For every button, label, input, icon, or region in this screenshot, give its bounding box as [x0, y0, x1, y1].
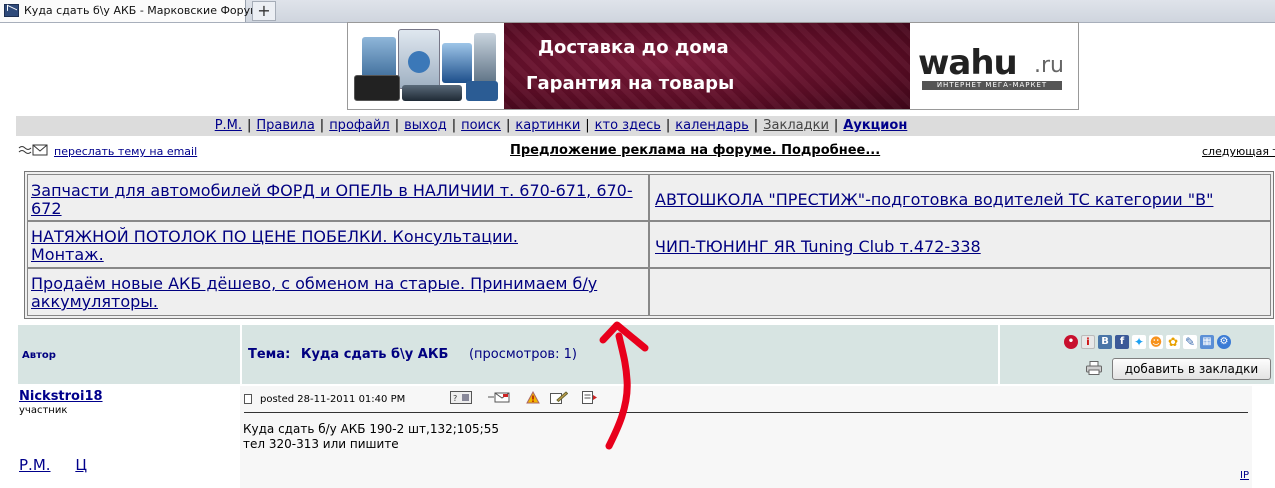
nav-whos-here-link[interactable]: кто здесь	[595, 118, 661, 133]
topic-info-line: переслать тему на email Предложение рекл…	[16, 143, 1275, 161]
message-icon[interactable]	[488, 391, 510, 404]
ad-cell: АВТОШКОЛА "ПРЕСТИЖ"-подготовка водителей…	[649, 174, 1271, 221]
liveinternet-icon[interactable]: ▦	[1200, 335, 1214, 349]
brand-subtitle: ИНТЕРНЕТ МЕГА-МАРКЕТ	[922, 81, 1062, 90]
topic-title: Тема: Куда сдать б\у АКБ (просмотров: 1)	[248, 347, 577, 362]
banner-line-1: Доставка до дома	[538, 37, 729, 58]
column-divider	[240, 325, 242, 384]
vk-icon[interactable]: B	[1098, 335, 1112, 349]
post-author-link[interactable]: Nickstroi18	[19, 389, 103, 404]
edit-icon[interactable]	[550, 391, 568, 404]
forward-email-link[interactable]: переслать тему на email	[54, 145, 197, 158]
settings-icon[interactable]: ⚙	[1217, 335, 1231, 349]
nav-search-link[interactable]: поиск	[461, 118, 501, 133]
banner-line-2: Гарантия на товары	[526, 73, 735, 94]
post-line: тел 320-313 или пишите	[243, 437, 399, 451]
brand-tld: .ru	[1034, 53, 1064, 78]
ad-link-chip-tuning[interactable]: ЧИП-ТЮНИНГ ЯR Tuning Club т.472-338	[655, 238, 1267, 256]
nav-auction-link[interactable]: Аукцион	[843, 118, 907, 133]
post-message: Куда сдать б/у АКБ 190-2 шт,132;105;55 т…	[243, 422, 499, 452]
topic-label: Тема:	[248, 347, 291, 362]
ad-link-ford-opel[interactable]: Запчасти для автомобилей ФОРД и ОПЕЛЬ в …	[31, 182, 643, 218]
ad-cell: Запчасти для автомобилей ФОРД и ОПЕЛЬ в …	[27, 174, 649, 221]
profile-icon[interactable]: ?	[450, 391, 472, 404]
printer-icon[interactable]	[1086, 361, 1102, 375]
report-icon[interactable]	[526, 391, 540, 404]
topic-name: Куда сдать б\у АКБ	[300, 347, 449, 362]
wahu-logo: wahu .ru ИНТЕРНЕТ МЕГА-МАРКЕТ	[910, 23, 1078, 109]
email-forward-icon[interactable]	[18, 144, 48, 156]
ip-link[interactable]: IP	[1240, 470, 1249, 481]
views-count: (просмотров: 1)	[468, 347, 577, 362]
nav-pm-link[interactable]: Р.М.	[215, 118, 242, 133]
moimir-icon[interactable]: ✿	[1166, 335, 1180, 349]
banner-products-image	[348, 23, 504, 109]
nav-logout-link[interactable]: выход	[404, 118, 447, 133]
nav-pictures-link[interactable]: картинки	[515, 118, 580, 133]
livejournal-icon[interactable]: ✎	[1183, 335, 1197, 349]
private-message-link[interactable]: Р.М.	[19, 456, 51, 474]
banner-message: Доставка до дома Гарантия на товары	[504, 23, 910, 109]
author-column-header: Автор	[22, 350, 56, 361]
site-favicon-icon	[4, 4, 19, 17]
post-content: posted 28-11-2011 01:40 PM ? Куда сдать …	[240, 386, 1252, 488]
post-line: Куда сдать б/у АКБ 190-2 шт,132;105;55	[243, 422, 499, 436]
ad-cell: НАТЯЖНОЙ ПОТОЛОК ПО ЦЕНЕ ПОБЕЛКИ. Консул…	[27, 221, 649, 268]
new-tab-button[interactable]: +	[252, 1, 276, 21]
share-icon[interactable]: •	[1064, 335, 1078, 349]
browser-tab[interactable]: Куда сдать б\у АКБ - Марковские Форумы	[0, 0, 267, 22]
forum-nav-bar: Р.М. | Правила | профайл | выход | поиск | картинк…	[16, 116, 1275, 136]
quote-link[interactable]: Ц	[75, 456, 87, 474]
ads-table: Запчасти для автомобилей ФОРД и ОПЕЛЬ в …	[24, 171, 1274, 319]
facebook-icon[interactable]: f	[1115, 335, 1129, 349]
ad-offer-link[interactable]: Предложение реклама на форуме. Подробнее…	[510, 143, 880, 158]
browser-tab-strip: Куда сдать б\у АКБ - Марковские Форумы +	[0, 0, 1275, 23]
red-arrow-annotation	[599, 321, 649, 450]
social-share-icons: • i Bf ✦ ☻ ✿ ✎ ▦ ⚙	[1064, 335, 1234, 351]
nav-links: Р.М. | Правила | профайл | выход | поиск | картинк…	[214, 118, 908, 133]
nav-rules-link[interactable]: Правила	[256, 118, 314, 133]
brand-name: wahu	[918, 43, 1018, 83]
odnoklassniki-icon[interactable]: ☻	[1149, 335, 1163, 349]
svg-text:?: ?	[453, 394, 457, 403]
ad-cell-empty	[649, 268, 1271, 316]
nav-profile-link[interactable]: профайл	[329, 118, 390, 133]
ad-cell: Продаём новые АКБ дёшево, с обменом на с…	[27, 268, 649, 316]
column-divider	[998, 325, 1000, 384]
add-bookmark-button[interactable]: добавить в закладки	[1112, 358, 1271, 380]
nav-bookmarks-link[interactable]: Закладки	[763, 118, 829, 133]
ad-cell: ЧИП-ТЮНИНГ ЯR Tuning Club т.472-338	[649, 221, 1271, 268]
ad-link-batteries[interactable]: Продаём новые АКБ дёшево, с обменом на с…	[31, 275, 646, 311]
info-icon[interactable]: i	[1081, 335, 1095, 349]
ad-link-ceiling[interactable]: НАТЯЖНОЙ ПОТОЛОК ПО ЦЕНЕ ПОБЕЛКИ. Консул…	[31, 228, 591, 264]
post-document-icon	[244, 394, 252, 404]
post-author-role: участник	[19, 405, 68, 416]
post-date: posted 28-11-2011 01:40 PM	[260, 394, 406, 405]
ad-link-driving-school[interactable]: АВТОШКОЛА "ПРЕСТИЖ"-подготовка водителей…	[655, 191, 1267, 209]
next-topic-link[interactable]: следующая те	[1202, 145, 1275, 158]
nav-separator: |	[247, 118, 252, 133]
ad-banner[interactable]: Доставка до дома Гарантия на товары wahu…	[347, 22, 1079, 110]
post-separator	[244, 412, 1248, 413]
nav-calendar-link[interactable]: календарь	[675, 118, 749, 133]
post-author-links: Р.М. Ц	[19, 456, 107, 474]
tab-title: Куда сдать б\у АКБ - Марковские Форумы	[24, 4, 268, 17]
twitter-icon[interactable]: ✦	[1132, 335, 1146, 349]
